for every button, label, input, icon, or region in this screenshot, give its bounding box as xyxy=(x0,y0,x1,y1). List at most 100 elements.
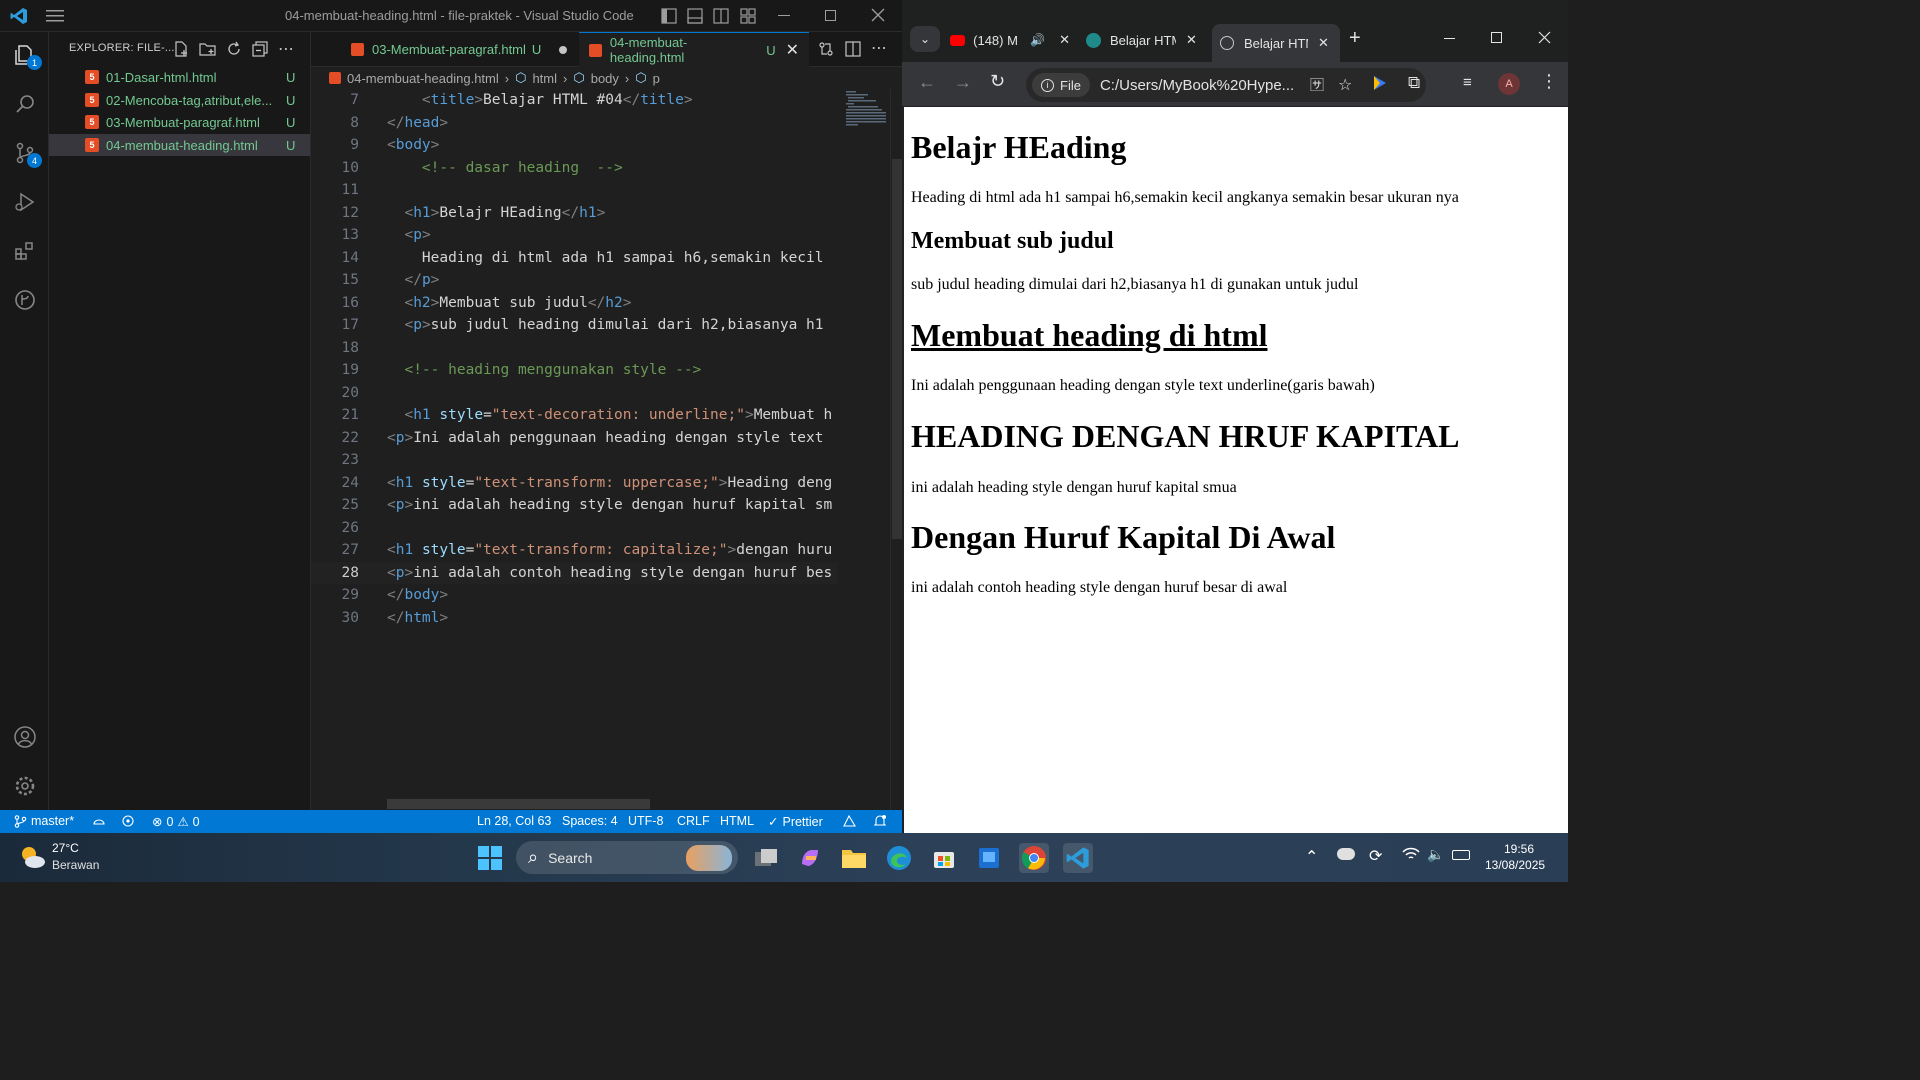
eol-status[interactable]: CRLF xyxy=(677,814,710,828)
breadcrumb-p[interactable]: p xyxy=(653,71,660,86)
new-file-icon[interactable] xyxy=(173,41,189,57)
encoding-status[interactable]: UTF-8 xyxy=(628,814,663,828)
translate-icon[interactable]: 🈂 xyxy=(1310,75,1324,95)
source-control-icon[interactable]: 4 xyxy=(10,138,42,168)
tab-heading[interactable]: 04-membuat-heading.html U ✕ xyxy=(579,32,809,67)
tab-close-icon[interactable]: ✕ xyxy=(1318,35,1329,51)
file-explorer-icon[interactable] xyxy=(839,843,869,873)
minimize-icon[interactable] xyxy=(778,15,790,16)
code-line[interactable]: 27 <h1 style="text-transform: capitalize;… xyxy=(311,539,838,562)
volume-icon[interactable]: 🔈 xyxy=(1427,846,1444,863)
extension-play-icon[interactable] xyxy=(1372,74,1388,92)
battery-icon[interactable] xyxy=(1452,850,1470,860)
explorer-icon[interactable]: 1 xyxy=(10,40,42,70)
indentation-status[interactable]: Spaces: 4 xyxy=(562,814,618,828)
remote-icon[interactable] xyxy=(121,814,135,828)
notifications-bell-icon[interactable] xyxy=(873,814,887,828)
wifi-icon[interactable] xyxy=(1402,847,1420,861)
accounts-icon[interactable] xyxy=(10,722,40,752)
tab-search-icon[interactable]: ⌄ xyxy=(910,26,940,52)
code-line[interactable]: 21 <h1 style="text-decoration: underline… xyxy=(311,404,838,427)
chrome-tab-belajar-active[interactable]: Belajar HTM ✕ xyxy=(1212,24,1340,62)
breadcrumb-html[interactable]: html xyxy=(532,71,557,86)
code-line[interactable]: 9 <body> xyxy=(311,134,838,157)
url-text[interactable]: C:/Users/MyBook%20Hype... xyxy=(1100,77,1296,94)
breadcrumb-body[interactable]: body xyxy=(591,71,619,86)
code-line[interactable]: 17 <p>sub judul heading dimulai dari h2,… xyxy=(311,314,838,337)
code-line[interactable]: 16 <h2>Membuat sub judul</h2> xyxy=(311,292,838,315)
chrome-tab-belajar-1[interactable]: Belajar HTM ✕ xyxy=(1086,25,1206,55)
clock-time[interactable]: 19:56 xyxy=(1504,842,1534,856)
editor-more-icon[interactable]: ⋯ xyxy=(871,38,887,58)
code-line[interactable]: 22 <p>Ini adalah penggunaan heading denga… xyxy=(311,427,838,450)
tab-close-icon[interactable]: ✕ xyxy=(1186,32,1197,48)
extensions-puzzle-icon[interactable]: ⧉ xyxy=(1408,73,1420,93)
taskbar-search[interactable]: ⌕ Search xyxy=(516,841,738,874)
horizontal-scrollbar-thumb[interactable] xyxy=(387,799,650,809)
site-info-chip[interactable]: i File xyxy=(1032,73,1090,97)
code-line[interactable]: 26 xyxy=(311,517,838,540)
new-folder-icon[interactable] xyxy=(199,41,217,57)
toggle-secondary-sidebar-icon[interactable] xyxy=(713,8,729,24)
code-line[interactable]: 14 Heading di html ada h1 sampai h6,sema… xyxy=(311,247,838,270)
chrome-close-icon[interactable] xyxy=(1538,31,1551,44)
tab-paragraf[interactable]: 03-Membuat-paragraf.html U xyxy=(341,32,579,67)
maximize-icon[interactable] xyxy=(825,10,836,21)
editor-scrollbar[interactable] xyxy=(890,89,902,810)
customize-layout-icon[interactable] xyxy=(740,8,756,24)
compare-changes-icon[interactable] xyxy=(818,41,834,57)
code-line[interactable]: 18 xyxy=(311,337,838,360)
git-graph-icon[interactable] xyxy=(10,285,40,315)
code-line[interactable]: 7 <title>Belajar HTML #04</title> xyxy=(311,89,838,112)
code-line[interactable]: 15 </p> xyxy=(311,269,838,292)
refresh-icon[interactable] xyxy=(226,41,242,57)
cursor-position[interactable]: Ln 28, Col 63 xyxy=(477,814,551,828)
code-line[interactable]: 10 <!-- dasar heading --> xyxy=(311,157,838,180)
code-line[interactable]: 24 <h1 style="text-transform: uppercase;"… xyxy=(311,472,838,495)
forward-icon[interactable]: → xyxy=(954,72,972,93)
edge-icon[interactable] xyxy=(884,843,914,873)
copilot-icon[interactable] xyxy=(795,843,825,873)
language-mode[interactable]: HTML xyxy=(720,814,754,828)
vscode-taskbar-icon[interactable] xyxy=(1063,843,1093,873)
audio-playing-icon[interactable]: 🔊 xyxy=(1030,33,1045,47)
minimap[interactable] xyxy=(838,89,890,810)
file-item[interactable]: 5 02-Mencoba-tag,atribut,ele... U xyxy=(49,89,310,111)
code-line[interactable]: 8 </head> xyxy=(311,112,838,135)
tab-close-icon[interactable]: ✕ xyxy=(786,40,799,60)
file-item[interactable]: 5 03-Membuat-paragraf.html U xyxy=(49,111,310,133)
toggle-panel-icon[interactable] xyxy=(687,8,703,24)
address-bar[interactable]: i File C:/Users/MyBook%20Hype... 🈂 ☆ xyxy=(1026,68,1426,102)
weather-icon[interactable] xyxy=(18,843,46,871)
search-icon[interactable] xyxy=(10,89,40,119)
problems-status[interactable]: ⊗ 0 ⚠ 0 xyxy=(152,814,200,830)
profile-avatar[interactable]: A xyxy=(1498,73,1520,95)
code-line[interactable]: 30 </html> xyxy=(311,607,838,630)
prettier-status[interactable]: ✓ Prettier xyxy=(768,814,823,830)
task-view-icon[interactable] xyxy=(751,843,781,873)
sync-icon[interactable] xyxy=(91,814,107,827)
clock-date[interactable]: 13/08/2025 xyxy=(1485,858,1545,872)
tab-close-icon[interactable]: ✕ xyxy=(1059,32,1070,48)
close-icon[interactable] xyxy=(871,8,885,22)
sync-tray-icon[interactable]: ⟳ xyxy=(1369,846,1382,866)
extensions-icon[interactable] xyxy=(10,236,40,266)
collapse-all-icon[interactable] xyxy=(252,41,268,57)
scrollbar-thumb[interactable] xyxy=(892,159,902,539)
code-line[interactable]: 28 <p>ini adalah contoh heading style den… xyxy=(311,561,838,584)
settings-gear-icon[interactable] xyxy=(10,771,40,801)
onedrive-icon[interactable] xyxy=(1337,848,1355,860)
new-tab-icon[interactable]: + xyxy=(1349,27,1361,50)
weather-desc[interactable]: Berawan xyxy=(52,858,99,872)
chrome-minimize-icon[interactable] xyxy=(1444,38,1455,39)
code-line[interactable]: 20 xyxy=(311,382,838,405)
file-item[interactable]: 5 01-Dasar-html.html U xyxy=(49,66,310,88)
tray-overflow-icon[interactable]: ⌃ xyxy=(1305,847,1318,867)
code-line[interactable]: 12 <h1>Belajr HEading</h1> xyxy=(311,202,838,225)
blue-app-icon[interactable] xyxy=(974,843,1004,873)
chrome-tab-youtube[interactable]: (148) M 🔊 ✕ xyxy=(950,25,1070,55)
code-editor[interactable]: 7 <title>Belajar HTML #04</title> 8 </head… xyxy=(311,89,838,810)
code-line[interactable]: 25 <p>ini adalah heading style dengan hur… xyxy=(311,494,838,517)
weather-temp[interactable]: 27°C xyxy=(52,841,79,855)
split-editor-icon[interactable] xyxy=(845,41,861,57)
